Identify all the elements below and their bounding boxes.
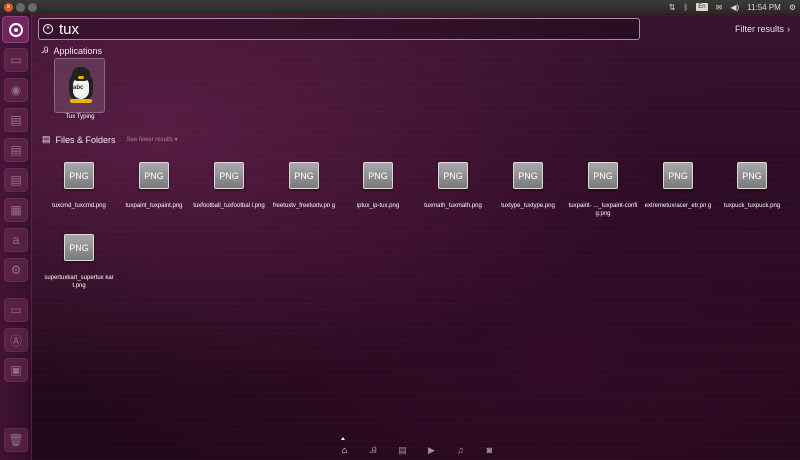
filter-results-button[interactable]: Filter results ›	[735, 24, 790, 34]
png-file-icon: PNG	[363, 162, 393, 189]
bluetooth-icon[interactable]: ᛒ	[683, 3, 688, 12]
video-icon[interactable]: ▶	[417, 445, 446, 456]
file-result[interactable]: PNG tuxpuck_tuxpuck.png	[716, 162, 788, 210]
home-icon[interactable]: ⌂	[330, 445, 359, 455]
ubuntu-logo-icon	[8, 22, 23, 37]
png-file-icon: PNG	[737, 162, 767, 189]
file-result[interactable]: PNG freetuxtv_freetuxtv.pn g	[268, 162, 340, 210]
maximize-icon[interactable]	[28, 2, 37, 12]
png-file-icon: PNG	[64, 234, 94, 261]
applications-header-label: Applications	[53, 45, 103, 56]
search-input[interactable]	[59, 19, 619, 39]
launcher-document-icon[interactable]: ▤	[4, 168, 28, 192]
window-controls: ×	[4, 2, 37, 12]
network-icon[interactable]: ⇅	[669, 3, 676, 12]
file-result[interactable]: PNG tuxpaint_tuxpaint.png	[118, 162, 190, 210]
file-result-label: tuxcmd_tuxcmd.png	[52, 203, 106, 209]
launcher-browser-icon[interactable]: ◉	[4, 78, 28, 102]
top-panel: × ⇅ ᛒ En ✉ ◀) 11:54 PM ⚙	[0, 0, 800, 14]
chevron-right-icon: ›	[787, 24, 791, 34]
file-result[interactable]: PNG tuxmath_tuxmath.png	[417, 162, 489, 210]
file-result[interactable]: PNG extremetuxracer_etr.pn g	[642, 162, 714, 210]
file-result-label: tuxmath_tuxmath.png	[424, 203, 482, 209]
files-folders-header-label: Files & Folders	[55, 134, 116, 145]
png-file-icon: PNG	[438, 162, 468, 189]
app-result-tux-typing[interactable]: abc	[54, 58, 105, 113]
file-result-label: tuxpuck_tuxpuck.png	[723, 203, 781, 209]
applications-header: Ꭿ Applications	[42, 45, 102, 56]
launcher-terminal-icon[interactable]: ▭	[4, 298, 28, 322]
launcher: ▭ ◉ ▤ ▤ ▤ ▦ a ⚙ ▭ Ⓐ ▣ 🗑	[0, 14, 32, 460]
launcher-workspace-icon[interactable]: ▣	[4, 358, 28, 382]
dash-background	[0, 0, 800, 460]
music-icon[interactable]: ♫	[446, 445, 475, 455]
png-file-icon: PNG	[64, 162, 94, 189]
file-result[interactable]: PNG tuxfootball_tuxfootbal l.png	[193, 162, 265, 210]
launcher-update-icon[interactable]: Ⓐ	[4, 328, 28, 352]
png-file-icon: PNG	[289, 162, 319, 189]
clear-search-icon[interactable]: ×	[43, 24, 53, 34]
file-result-label: tuxpaint_tuxpaint.png	[125, 203, 183, 209]
png-file-icon: PNG	[214, 162, 244, 189]
mail-icon[interactable]: ✉	[716, 3, 723, 12]
minimize-icon[interactable]	[16, 2, 25, 12]
gear-icon[interactable]: ⚙	[789, 3, 796, 12]
png-file-icon: PNG	[513, 162, 543, 189]
file-result-label: tuxtype_tuxtype.png	[501, 203, 555, 209]
launcher-amazon-icon[interactable]: a	[4, 228, 28, 252]
tux-typing-icon: abc	[66, 67, 96, 103]
file-result-label: extremetuxracer_etr.pn g	[644, 203, 712, 209]
png-file-icon: PNG	[663, 162, 693, 189]
close-icon[interactable]: ×	[4, 2, 13, 12]
file-result-label: iptux_ip-tux.png	[356, 203, 400, 209]
png-file-icon: PNG	[139, 162, 169, 189]
clock[interactable]: 11:54 PM	[747, 3, 781, 12]
launcher-software-center-icon[interactable]: ▦	[4, 198, 28, 222]
file-result-label: tuxfootball_tuxfootbal l.png	[193, 203, 265, 209]
applications-icon: Ꭿ	[42, 45, 49, 55]
lens-bar: ⌂ Ꭿ ▤ ▶ ♫ ◙	[330, 440, 504, 460]
search-bar: ×	[38, 18, 640, 40]
launcher-settings-icon[interactable]: ⚙	[4, 258, 28, 282]
volume-icon[interactable]: ◀)	[730, 3, 739, 12]
file-result[interactable]: PNG tuxcmd_tuxcmd.png	[43, 162, 115, 210]
file-result[interactable]: PNG tuxpaint- ..._tuxpaint-config.png	[567, 162, 639, 218]
app-result-label: Tux Typing	[65, 114, 95, 120]
indicator-area: ⇅ ᛒ En ✉ ◀) 11:54 PM ⚙	[669, 0, 796, 14]
png-file-icon: PNG	[588, 162, 618, 189]
file-icon: ▤	[42, 134, 51, 144]
filter-results-label: Filter results	[735, 24, 785, 34]
files-folders-header: ▤ Files & Folders See fewer results ▾	[42, 134, 178, 145]
dash-home-button[interactable]	[2, 16, 29, 43]
file-result-label: supertuxkart_supertux kart.png	[44, 275, 114, 289]
file-result[interactable]: PNG supertuxkart_supertux kart.png	[43, 234, 115, 290]
applications-icon[interactable]: Ꭿ	[359, 445, 388, 456]
file-result-label: freetuxtv_freetuxtv.pn g	[272, 203, 336, 209]
launcher-document-icon[interactable]: ▤	[4, 108, 28, 132]
launcher-document-icon[interactable]: ▤	[4, 138, 28, 162]
file-result-label: tuxpaint- ..._tuxpaint-config.png	[568, 203, 638, 217]
file-result[interactable]: PNG tuxtype_tuxtype.png	[492, 162, 564, 210]
file-result[interactable]: PNG iptux_ip-tux.png	[342, 162, 414, 210]
see-fewer-results-link[interactable]: See fewer results ▾	[127, 136, 178, 143]
launcher-files-icon[interactable]: ▭	[4, 48, 28, 72]
keyboard-layout-indicator[interactable]: En	[696, 3, 708, 11]
files-icon[interactable]: ▤	[388, 445, 417, 456]
launcher-trash-icon[interactable]: 🗑	[4, 428, 28, 452]
photos-icon[interactable]: ◙	[475, 445, 504, 455]
